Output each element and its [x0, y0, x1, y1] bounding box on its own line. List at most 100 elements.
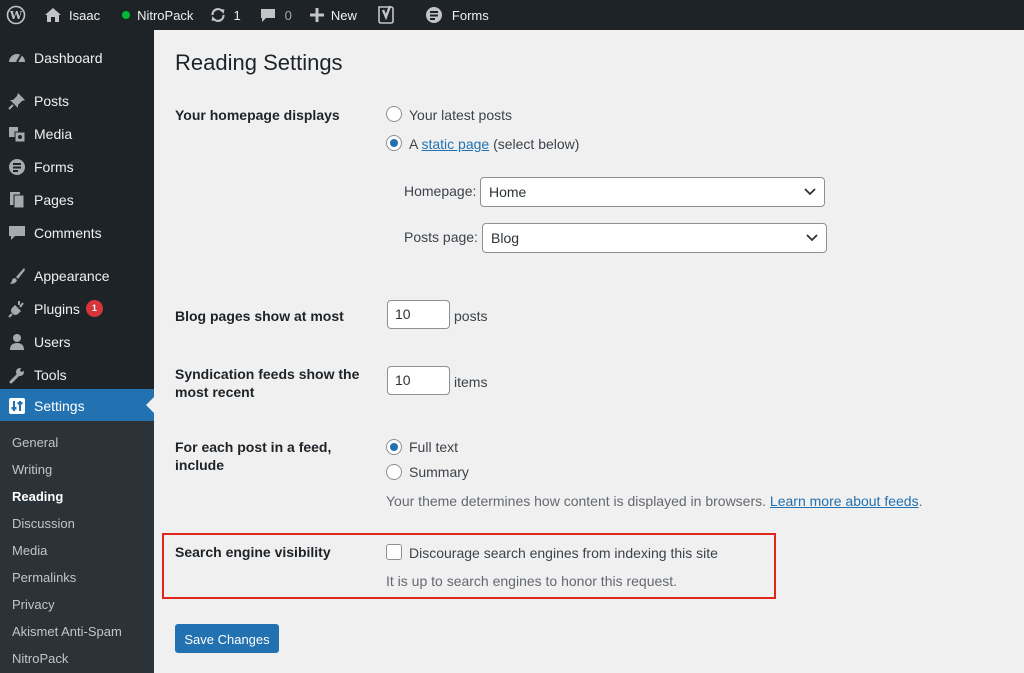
refresh-icon [209, 6, 227, 24]
sidebar-item-users[interactable]: Users [0, 325, 154, 358]
sidebar-item-label: Media [34, 125, 73, 142]
sidebar-item-label: Forms [34, 158, 74, 175]
submenu-general[interactable]: General [12, 433, 58, 453]
sidebar-item-dashboard[interactable]: Dashboard [0, 41, 154, 74]
nitropack-status-dot [122, 11, 131, 19]
syndication-input[interactable]: 10 [387, 366, 450, 395]
sidebar-item-label: Comments [34, 224, 102, 241]
nitropack-menu[interactable]: NitroPack [108, 0, 201, 30]
plus-icon [309, 8, 324, 22]
site-name-link[interactable]: Isaac [34, 0, 108, 30]
submenu-akismet[interactable]: Akismet Anti-Spam [12, 622, 122, 642]
sidebar-item-settings[interactable]: Settings [0, 389, 154, 422]
sidebar-item-forms[interactable]: Forms [0, 150, 154, 183]
sidebar-item-posts[interactable]: Posts [0, 84, 154, 117]
homepage-displays-label: Your homepage displays [175, 107, 340, 123]
new-content-menu[interactable]: New [300, 0, 365, 30]
pushpin-icon [7, 91, 27, 111]
sidebar-item-label: Dashboard [34, 49, 103, 66]
submenu-reading[interactable]: Reading [12, 487, 63, 507]
submenu-permalinks[interactable]: Permalinks [12, 568, 76, 588]
submenu-media[interactable]: Media [12, 541, 47, 561]
svg-text:W: W [9, 9, 23, 22]
posts-page-select[interactable]: Blog [482, 223, 827, 253]
radio-summary-label: Summary [409, 464, 469, 480]
forms-menu[interactable]: Forms [403, 0, 497, 30]
sidebar-item-media[interactable]: Media [0, 117, 154, 150]
media-camera-icon [7, 124, 27, 144]
forms-icon [425, 6, 443, 24]
updates-count: 1 [233, 7, 241, 23]
syndication-label-line2: most recent [175, 384, 255, 400]
sidebar-item-tools[interactable]: Tools [0, 358, 154, 391]
feed-content-label-line2: include [175, 457, 225, 473]
forms-icon [7, 157, 27, 177]
plugin-updates-badge: 1 [85, 300, 103, 317]
wordpress-logo-icon[interactable]: W [0, 0, 34, 30]
settings-submenu: General Writing Reading Discussion Media… [0, 421, 154, 673]
save-changes-button[interactable]: Save Changes [175, 624, 279, 653]
radio-latest-posts[interactable] [386, 106, 402, 122]
sidebar-item-label: Plugins [34, 300, 80, 317]
forms-label: Forms [451, 7, 489, 23]
feed-description: Your theme determines how content is dis… [386, 492, 922, 510]
sidebar-item-label: Appearance [34, 267, 110, 284]
admin-bar: W Isaac NitroPack 1 0 New Forms [0, 0, 1024, 30]
feed-content-label-line1: For each post in a feed, [175, 439, 332, 455]
sidebar-item-comments[interactable]: Comments [0, 216, 154, 249]
homepage-select[interactable]: Home [480, 177, 825, 207]
sidebar-item-plugins[interactable]: Plugins 1 [0, 292, 154, 325]
static-page-link[interactable]: static page [421, 136, 489, 152]
blog-pages-label: Blog pages show at most [175, 308, 344, 324]
sidebar-item-label: Tools [34, 366, 67, 383]
sidebar-item-label: Posts [34, 92, 70, 109]
wrench-icon [7, 365, 27, 385]
dashboard-gauge-icon [7, 48, 27, 68]
sidebar-item-label: Pages [34, 191, 74, 208]
paintbrush-icon [7, 266, 27, 286]
comments-count: 0 [284, 7, 292, 23]
radio-latest-posts-label: Your latest posts [409, 107, 512, 123]
static-prefix: A [409, 136, 418, 152]
nitropack-label: NitroPack [137, 7, 194, 23]
feed-description-period: . [918, 493, 923, 509]
comments-link[interactable]: 0 [249, 0, 300, 30]
chevron-down-icon [806, 234, 818, 242]
comment-bubble-icon [259, 7, 277, 23]
yoast-menu[interactable] [365, 0, 403, 30]
comment-bubble-icon [7, 223, 27, 243]
submenu-nitropack[interactable]: NitroPack [12, 649, 68, 669]
site-name: Isaac [69, 7, 101, 23]
sidebar-item-label: Settings [34, 397, 85, 414]
chevron-down-icon [804, 188, 816, 196]
yoast-icon [377, 5, 395, 25]
admin-sidebar: Dashboard Posts Media Forms Pages Commen… [0, 30, 154, 673]
radio-summary[interactable] [386, 464, 402, 480]
new-label: New [330, 7, 357, 23]
sidebar-item-label: Users [34, 333, 71, 350]
posts-page-select-value: Blog [491, 230, 520, 246]
user-icon [7, 332, 27, 352]
radio-full-text-label: Full text [409, 439, 459, 455]
submenu-discussion[interactable]: Discussion [12, 514, 75, 534]
updates-link[interactable]: 1 [201, 0, 248, 30]
syndication-unit: items [454, 374, 488, 390]
blog-pages-input[interactable]: 10 [387, 300, 450, 329]
submenu-privacy[interactable]: Privacy [12, 595, 55, 615]
sidebar-item-pages[interactable]: Pages [0, 183, 154, 216]
plug-icon [7, 299, 27, 319]
settings-sliders-icon [7, 396, 27, 416]
learn-more-feeds-link[interactable]: Learn more about feeds [770, 493, 919, 509]
blog-pages-unit: posts [454, 308, 488, 324]
radio-full-text[interactable] [386, 439, 402, 455]
homepage-select-value: Home [489, 184, 527, 200]
sidebar-item-appearance[interactable]: Appearance [0, 259, 154, 292]
posts-page-select-label: Posts page: [404, 229, 478, 245]
pages-icon [7, 190, 27, 210]
search-visibility-highlight-box [162, 533, 776, 599]
syndication-label-line1: Syndication feeds show the [175, 366, 360, 382]
homepage-select-label: Homepage: [404, 183, 477, 199]
submenu-writing[interactable]: Writing [12, 460, 52, 480]
radio-static-page[interactable] [386, 135, 402, 151]
home-icon [44, 7, 62, 23]
